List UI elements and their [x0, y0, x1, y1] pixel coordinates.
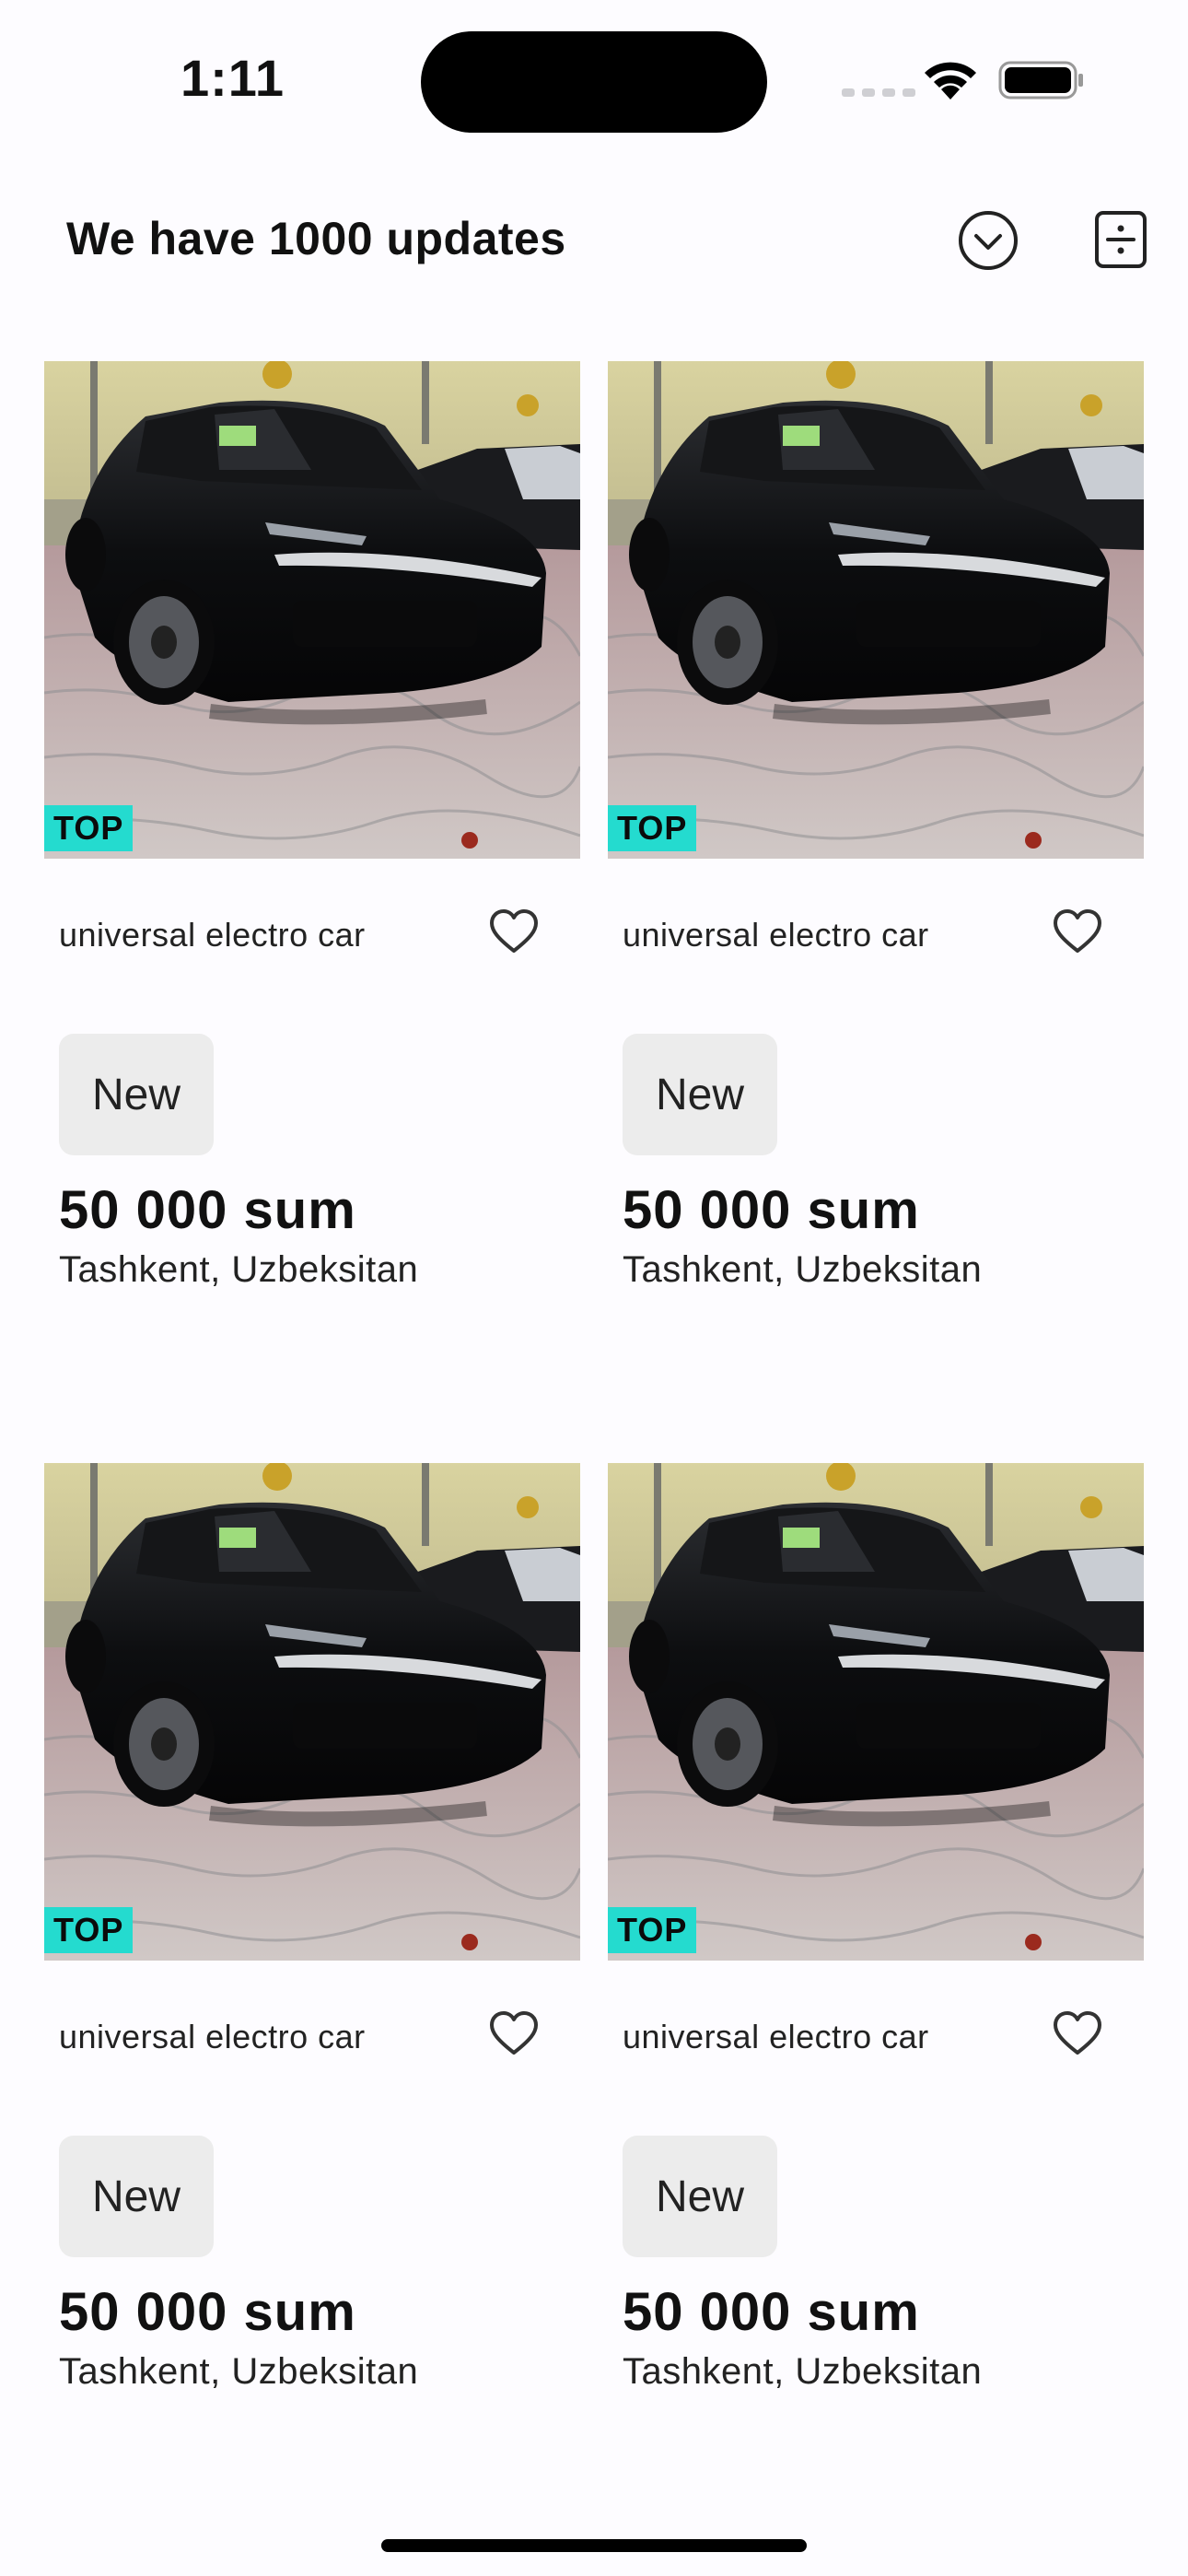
- price: 50 000 sum: [623, 1180, 920, 1240]
- location: Tashkent, Uzbeksitan: [623, 1249, 983, 1290]
- wifi-icon: [925, 62, 976, 100]
- condition-badge: New: [623, 2136, 777, 2257]
- top-badge: TOP: [608, 805, 697, 851]
- heart-icon[interactable]: [1052, 907, 1103, 958]
- listing-title[interactable]: universal electro car: [59, 916, 366, 954]
- title-row: universal electro car: [59, 907, 556, 962]
- heart-icon[interactable]: [1052, 2008, 1103, 2060]
- location: Tashkent, Uzbeksitan: [59, 2351, 419, 2392]
- car-image: [608, 361, 1144, 859]
- listing-card[interactable]: TOP universal electro car New 50 000 sum…: [608, 1463, 1144, 2565]
- car-image: [44, 361, 580, 859]
- divide-square-icon[interactable]: [1094, 210, 1147, 269]
- listing-grid: TOP universal electro car New 50 000 sum…: [44, 361, 1144, 2565]
- car-image: [44, 1463, 580, 1961]
- condition-badge: New: [59, 2136, 214, 2257]
- car-photo[interactable]: TOP: [608, 1463, 1144, 1961]
- top-badge: TOP: [44, 805, 134, 851]
- price: 50 000 sum: [59, 1180, 356, 1240]
- location: Tashkent, Uzbeksitan: [59, 1249, 419, 1290]
- title-row: universal electro car: [59, 2008, 556, 2064]
- condition-badge: New: [623, 1034, 777, 1155]
- title-row: universal electro car: [623, 907, 1120, 962]
- location: Tashkent, Uzbeksitan: [623, 2351, 983, 2392]
- feed-header: We have 1000 updates: [0, 184, 1188, 295]
- cellular-signal-icon: [842, 88, 915, 97]
- car-photo[interactable]: TOP: [44, 1463, 580, 1961]
- listing-card[interactable]: TOP universal electro car New 50 000 sum…: [608, 361, 1144, 1463]
- status-bar: 1:11: [0, 0, 1188, 157]
- heart-icon[interactable]: [488, 907, 540, 958]
- car-photo[interactable]: TOP: [608, 361, 1144, 859]
- title-row: universal electro car: [623, 2008, 1120, 2064]
- heart-icon[interactable]: [488, 2008, 540, 2060]
- listing-title[interactable]: universal electro car: [59, 2018, 366, 2056]
- top-badge: TOP: [44, 1907, 134, 1953]
- price: 50 000 sum: [623, 2282, 920, 2342]
- listing-title[interactable]: universal electro car: [623, 2018, 929, 2056]
- price: 50 000 sum: [59, 2282, 356, 2342]
- top-badge: TOP: [608, 1907, 697, 1953]
- listing-title[interactable]: universal electro car: [623, 916, 929, 954]
- dynamic-island: [421, 31, 767, 133]
- listing-card[interactable]: TOP universal electro car New 50 000 sum…: [44, 1463, 580, 2565]
- condition-badge: New: [59, 1034, 214, 1155]
- chevron-down-circle-icon[interactable]: [958, 210, 1019, 271]
- listing-card[interactable]: TOP universal electro car New 50 000 sum…: [44, 361, 580, 1463]
- home-indicator[interactable]: [381, 2539, 807, 2552]
- page-title: We have 1000 updates: [66, 213, 566, 264]
- car-image: [608, 1463, 1144, 1961]
- battery-icon: [998, 61, 1083, 100]
- status-time: 1:11: [181, 49, 285, 107]
- car-photo[interactable]: TOP: [44, 361, 580, 859]
